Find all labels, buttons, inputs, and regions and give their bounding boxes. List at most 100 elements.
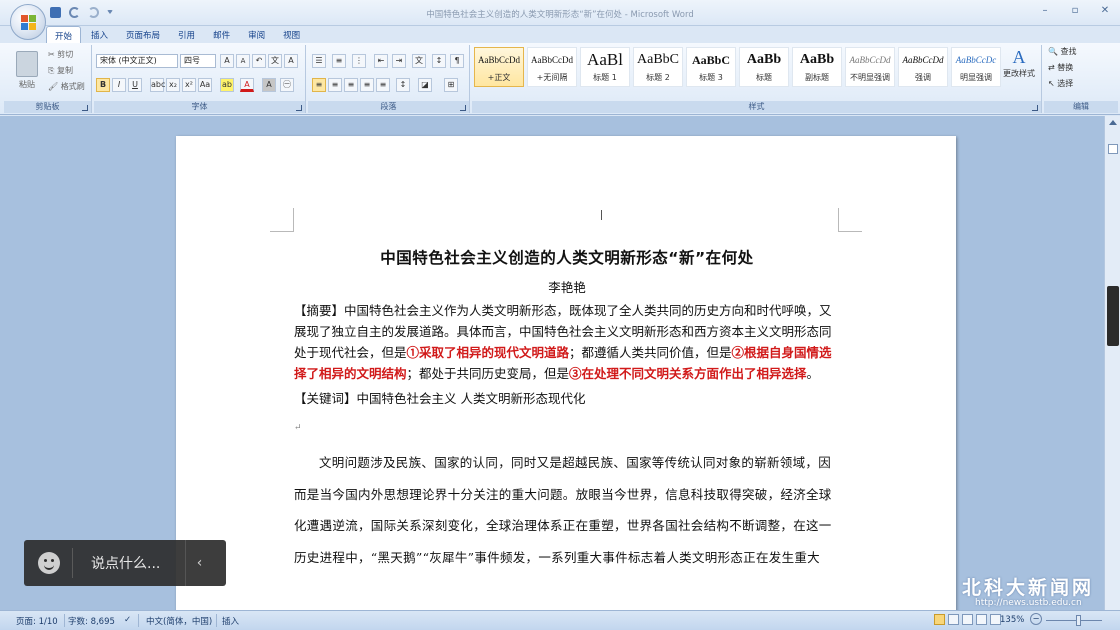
word-count[interactable]: 字数: 8,695 [68,615,115,627]
change-case-icon[interactable]: Aa [198,78,212,92]
style-heading-2[interactable]: AaBbC 标题 2 [633,47,683,87]
style-intense-emphasis[interactable]: AaBbCcDc 明显强调 [951,47,1001,87]
replace-button[interactable]: ⇄ 替换 [1048,62,1073,73]
grow-font-button[interactable]: A [220,54,234,68]
zoom-slider[interactable] [1046,620,1102,621]
show-marks-icon[interactable]: ¶ [450,54,464,68]
zoom-slider-thumb[interactable] [1076,615,1081,626]
style-no-spacing[interactable]: AaBbCcDd +无间隔 [527,47,577,87]
tab-review[interactable]: 审阅 [240,26,273,43]
customize-toolbar-icon[interactable] [107,10,113,16]
font-launcher-icon[interactable] [296,105,302,111]
collapse-chevron-icon[interactable]: ‹ [185,540,213,586]
paragraph-launcher-icon[interactable] [460,105,466,111]
tab-view[interactable]: 视图 [275,26,308,43]
char-shading-icon[interactable]: A [262,78,276,92]
styles-launcher-icon[interactable] [1032,105,1038,111]
style-subtle-emphasis[interactable]: AaBbCcDd 不明显强调 [845,47,895,87]
justify-icon[interactable]: ≡ [360,78,374,92]
emoji-icon[interactable] [38,552,60,574]
font-color-button[interactable]: A [240,78,254,92]
style-normal[interactable]: AaBbCcDd +正文 [474,47,524,87]
proofing-icon[interactable]: ✓ [124,615,131,625]
numbering-icon[interactable]: ≡ [332,54,346,68]
document-workspace[interactable]: 中国特色社会主义创造的人类文明新形态“新”在何处 李艳艳 【摘要】中国特色社会主… [0,116,1104,610]
align-center-icon[interactable]: ≡ [328,78,342,92]
style-sample: AaBbC [691,53,730,67]
style-heading-3[interactable]: AaBbC 标题 3 [686,47,736,87]
style-sample: AaBbCcDd [902,55,944,65]
style-subtitle[interactable]: AaBb 副标题 [792,47,842,87]
distributed-icon[interactable]: ≡ [376,78,390,92]
abstract-paragraph: 【摘要】中国特色社会主义作为人类文明新形态，既体现了全人类共同的历史方向和时代呼… [294,300,840,384]
font-name-select[interactable]: 宋体 (中文正文) [96,54,178,68]
paste-button[interactable]: 粘贴 [12,51,42,90]
phonetic-guide-icon[interactable]: 文 [268,54,282,68]
zoom-level[interactable]: 135% [1000,615,1024,625]
tab-references[interactable]: 引用 [170,26,203,43]
style-heading-1[interactable]: AaBl 标题 1 [580,47,630,87]
vertical-scrollbar[interactable] [1104,116,1120,610]
underline-button[interactable]: U [128,78,142,92]
comment-input[interactable]: 说点什么... [91,553,185,573]
strikethrough-icon[interactable]: abc [150,78,165,92]
tab-home[interactable]: 开始 [46,26,82,43]
insert-mode[interactable]: 插入 [222,615,239,627]
superscript-icon[interactable]: x² [182,78,196,92]
copy-button[interactable]: ⎘ 复制 [48,65,73,76]
italic-button[interactable]: I [112,78,126,92]
office-button[interactable] [10,4,46,40]
save-icon[interactable] [50,7,61,18]
format-painter-button[interactable]: 🖌 格式刷 [48,81,85,92]
align-left-icon[interactable]: ≡ [312,78,326,92]
decrease-indent-icon[interactable]: ⇤ [374,54,388,68]
find-button[interactable]: 🔍 查找 [1048,46,1077,57]
document-content[interactable]: 中国特色社会主义创造的人类文明新形态“新”在何处 李艳艳 【摘要】中国特色社会主… [294,246,840,573]
style-name: +无间隔 [536,73,568,82]
clear-format-icon[interactable]: ↶ [252,54,266,68]
tab-insert[interactable]: 插入 [83,26,116,43]
scroll-thumb[interactable] [1107,286,1119,346]
language-indicator[interactable]: 中文(简体，中国) [146,615,212,627]
char-border-icon[interactable]: A [284,54,298,68]
borders-icon[interactable]: ⊞ [444,78,458,92]
sort-icon[interactable]: ↕ [432,54,446,68]
line-spacing-icon[interactable]: ↕ [396,78,410,92]
highlight-button[interactable]: ab [220,78,234,92]
maximize-button[interactable]: ▫ [1060,2,1090,18]
style-title[interactable]: AaBb 标题 [739,47,789,87]
shrink-font-button[interactable]: A [236,54,250,68]
print-layout-icon[interactable] [934,614,945,625]
redo-icon[interactable] [88,7,99,18]
scroll-up-icon[interactable] [1109,120,1117,125]
font-size-select[interactable]: 四号 [180,54,216,68]
tab-page-layout[interactable]: 页面布局 [118,26,168,43]
increase-indent-icon[interactable]: ⇥ [392,54,406,68]
clipboard-launcher-icon[interactable] [82,105,88,111]
change-styles-button[interactable]: A 更改样式 [998,47,1040,79]
bold-button[interactable]: B [96,78,110,92]
close-button[interactable]: ✕ [1090,2,1120,18]
cut-button[interactable]: ✂ 剪切 [48,49,73,60]
shading-icon[interactable]: ◪ [418,78,432,92]
paragraph-group: ☰ ≡ ⋮ ⇤ ⇥ 文 ↕ ¶ ≡ ≡ ≡ ≡ ≡ ↕ ◪ ⊞ 段落 [308,45,470,113]
page-count[interactable]: 页面: 1/10 [16,615,58,627]
undo-icon[interactable] [69,7,80,18]
select-button[interactable]: ↖ 选择 [1048,78,1073,89]
outline-view-icon[interactable] [976,614,987,625]
tab-mailings[interactable]: 邮件 [205,26,238,43]
zoom-out-icon[interactable]: − [1030,613,1042,625]
minimize-button[interactable]: – [1030,2,1060,18]
align-right-icon[interactable]: ≡ [344,78,358,92]
style-emphasis[interactable]: AaBbCcDd 强调 [898,47,948,87]
full-screen-reading-icon[interactable] [948,614,959,625]
ruler-toggle-icon[interactable] [1108,144,1118,154]
chinese-layout-icon[interactable]: 文 [412,54,426,68]
subscript-icon[interactable]: x₂ [166,78,180,92]
enclose-char-icon[interactable]: ㊀ [280,78,294,92]
document-page[interactable]: 中国特色社会主义创造的人类文明新形态“新”在何处 李艳艳 【摘要】中国特色社会主… [176,136,956,610]
bullets-icon[interactable]: ☰ [312,54,326,68]
web-layout-icon[interactable] [962,614,973,625]
multilevel-list-icon[interactable]: ⋮ [352,54,366,68]
comment-bar[interactable]: 说点什么... ‹ [24,540,226,586]
